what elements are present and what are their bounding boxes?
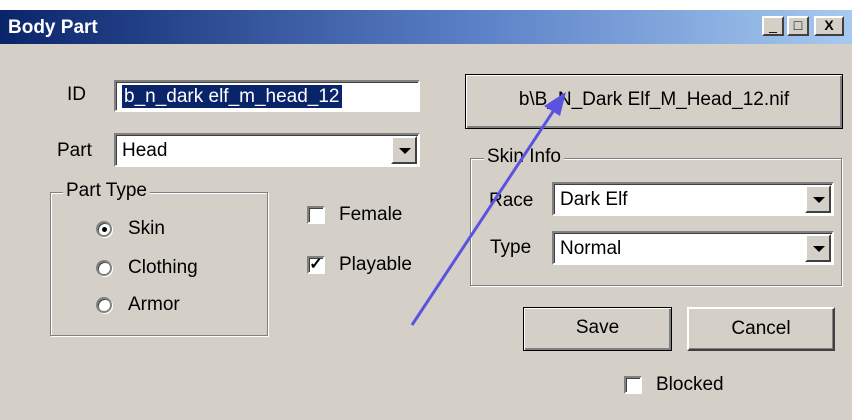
annotation-arrow-icon [410,92,566,326]
annotation-arrow-line [410,103,560,326]
annotation-arrow-head [544,92,566,116]
